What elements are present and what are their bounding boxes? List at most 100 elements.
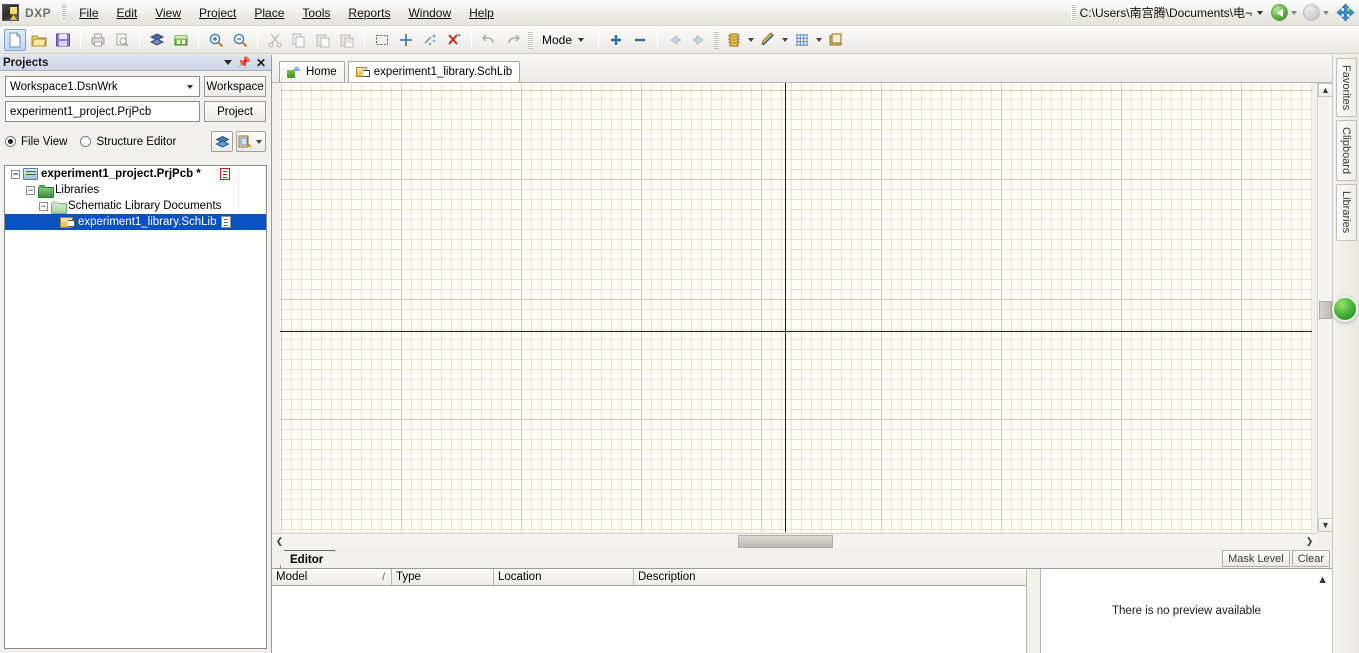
select-area-icon[interactable]	[371, 29, 393, 51]
copy-icon[interactable]	[288, 29, 310, 51]
path-dropdown-icon[interactable]	[1257, 10, 1263, 15]
deselect-all-icon[interactable]	[419, 29, 441, 51]
paste-special-icon[interactable]	[336, 29, 358, 51]
workspace-combo[interactable]: Workspace1.DsnWrk	[5, 76, 200, 97]
project-button[interactable]: Project	[204, 101, 266, 122]
zoom-minus-icon[interactable]	[629, 29, 651, 51]
help-bubble-button[interactable]	[1332, 296, 1358, 322]
nav-forward-icon[interactable]	[1303, 4, 1320, 21]
tab-experiment1-library[interactable]: experiment1_library.SchLib	[347, 61, 521, 82]
save-icon[interactable]	[52, 29, 74, 51]
project-tree[interactable]: − experiment1_project.PrjPcb * − Librari…	[4, 165, 267, 649]
snapshot-icon[interactable]	[825, 29, 847, 51]
menu-project[interactable]: Project	[190, 2, 245, 24]
place-part-dropdown-icon[interactable]	[748, 37, 755, 42]
tab-favorites[interactable]: Favorites	[1335, 58, 1357, 118]
scroll-down-button[interactable]: ▼	[1318, 518, 1332, 532]
redo-icon[interactable]	[502, 29, 524, 51]
tab-libraries[interactable]: Libraries	[1335, 184, 1357, 241]
chevron-up-icon[interactable]: ▲	[1317, 574, 1328, 586]
clear-mask-button[interactable]: Clear	[1291, 550, 1330, 567]
library-cabinet-icon[interactable]	[170, 29, 192, 51]
tab-home[interactable]: Home	[279, 61, 345, 82]
menu-window[interactable]: Window	[399, 2, 460, 24]
tree-expander-icon[interactable]: −	[26, 185, 35, 195]
scroll-up-button[interactable]: ▲	[1318, 83, 1332, 97]
tab-clipboard[interactable]: Clipboard	[1335, 120, 1357, 182]
structure-editor-radio[interactable]	[80, 136, 92, 147]
new-document-icon[interactable]	[4, 28, 26, 51]
tree-item-schematic-library-documents[interactable]: − Schematic Library Documents	[5, 198, 266, 214]
menu-place[interactable]: Place	[245, 2, 293, 24]
print-preview-icon[interactable]	[111, 29, 133, 51]
clear-selection-icon[interactable]	[443, 29, 465, 51]
canvas-horizontal-scrollbar[interactable]: ❮ ❯	[272, 533, 1317, 548]
menu-file[interactable]: File	[70, 2, 107, 24]
zoom-out-icon[interactable]	[229, 29, 251, 51]
undo-icon[interactable]	[478, 29, 500, 51]
browse-arrows-icon[interactable]	[1336, 3, 1355, 22]
menu-reports[interactable]: Reports	[339, 2, 399, 24]
models-grid-body[interactable]	[272, 586, 1026, 653]
canvas-vertical-scrollbar[interactable]: ▲ ▼	[1317, 83, 1332, 532]
board-layers-icon[interactable]	[146, 29, 168, 51]
paste-icon[interactable]	[312, 29, 334, 51]
draw-tools-icon[interactable]	[757, 29, 779, 51]
mask-level-button[interactable]: Mask Level	[1222, 550, 1290, 567]
open-document-icon[interactable]	[28, 29, 50, 51]
vertical-scroll-thumb[interactable]	[1319, 301, 1332, 319]
project-field[interactable]: experiment1_project.PrjPcb	[5, 101, 200, 122]
close-icon[interactable]: ✕	[256, 57, 266, 69]
chevron-down-icon[interactable]	[224, 60, 233, 65]
print-icon[interactable]	[87, 29, 109, 51]
tab-editor[interactable]: Editor	[280, 550, 335, 568]
forward-arrow-icon[interactable]	[688, 29, 710, 51]
column-header-model[interactable]: Model /	[272, 569, 392, 585]
tree-expander-icon[interactable]: −	[11, 169, 20, 179]
file-view-radio[interactable]	[5, 136, 16, 147]
draw-tools-dropdown-icon[interactable]	[782, 37, 789, 42]
projects-panel: Projects 📌 ✕ Workspace1.DsnWrk Workspace	[0, 55, 272, 653]
menu-view[interactable]: View	[146, 2, 190, 24]
back-arrow-icon[interactable]	[664, 29, 686, 51]
column-header-description[interactable]: Description	[634, 569, 1026, 585]
tree-item-project[interactable]: − experiment1_project.PrjPcb *	[5, 166, 266, 182]
column-header-type[interactable]: Type	[392, 569, 494, 585]
nav-back-dropdown-icon[interactable]	[1291, 10, 1297, 15]
column-header-location[interactable]: Location	[494, 569, 634, 585]
pin-icon[interactable]: 📌	[237, 56, 251, 69]
horizontal-scroll-thumb[interactable]	[738, 535, 833, 548]
cut-icon[interactable]	[264, 29, 286, 51]
tree-expander-icon[interactable]: −	[39, 201, 48, 211]
menu-edit[interactable]: Edit	[108, 2, 147, 24]
pcb-view-icon[interactable]	[211, 131, 233, 152]
document-icon	[220, 216, 231, 228]
path-grip-handle[interactable]	[1070, 4, 1076, 21]
chevron-down-icon[interactable]	[256, 139, 262, 144]
nav-back-icon[interactable]	[1271, 4, 1288, 21]
nav-forward-dropdown-icon[interactable]	[1323, 10, 1329, 15]
document-options-icon[interactable]	[236, 131, 266, 152]
schematic-canvas[interactable]	[280, 83, 1312, 532]
scroll-right-button[interactable]: ❯	[1302, 534, 1317, 549]
zoom-in-icon[interactable]	[205, 29, 227, 51]
grid-icon[interactable]	[791, 29, 813, 51]
tree-item-libraries[interactable]: − Libraries	[5, 182, 266, 198]
models-grid[interactable]: Model / Type Location Description	[272, 569, 1027, 653]
tree-item-schematic-library-file[interactable]: experiment1_library.SchLib	[5, 214, 266, 230]
menu-help[interactable]: Help	[460, 2, 503, 24]
place-toolbar-grip[interactable]	[714, 30, 720, 49]
dxp-logo-icon[interactable]: DXP	[2, 4, 57, 21]
chevron-down-icon[interactable]	[182, 78, 198, 95]
place-part-icon[interactable]	[723, 29, 745, 51]
mode-dropdown[interactable]: Mode	[536, 31, 593, 49]
zoom-plus-icon[interactable]	[605, 29, 627, 51]
menu-grip-handle[interactable]	[61, 4, 67, 21]
scroll-left-button[interactable]: ❮	[272, 534, 287, 549]
toolbar-separator	[657, 30, 659, 49]
workspace-button[interactable]: Workspace	[204, 76, 266, 97]
menu-tools[interactable]: Tools	[293, 2, 339, 24]
move-icon[interactable]	[395, 29, 417, 51]
grid-dropdown-icon[interactable]	[816, 37, 823, 42]
mode-toolbar-grip[interactable]	[528, 30, 533, 49]
